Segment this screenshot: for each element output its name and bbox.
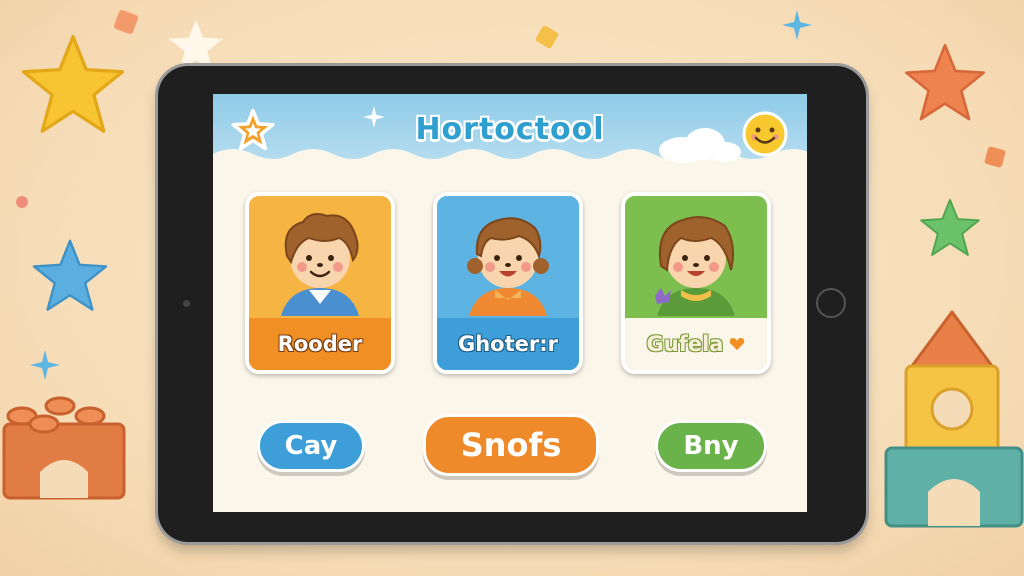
blue-star-decoration	[32, 239, 108, 311]
button-label: Cay	[284, 431, 338, 461]
sparkle-decoration	[30, 350, 60, 380]
app-screen: Hortoctool Rooder Ghoter:r Gufela Cay Sn…	[213, 94, 807, 512]
toy-brick-decoration	[2, 396, 126, 500]
cay-button[interactable]: Cay	[257, 420, 365, 472]
child-avatar	[655, 216, 735, 316]
card-label-band: Ghoter:r	[437, 318, 579, 370]
card-label: Gufela	[646, 332, 724, 356]
app-title: Hortoctool	[415, 112, 605, 147]
child-avatar	[467, 217, 549, 316]
snofs-button[interactable]: Snofs	[423, 414, 599, 476]
bny-button[interactable]: Bny	[655, 420, 767, 472]
button-label: Bny	[683, 431, 739, 461]
yellow-star-decoration	[21, 34, 125, 133]
toy-blocks-decoration	[884, 310, 1024, 528]
card-label-band: Gufela	[625, 318, 767, 370]
smiley-face-icon	[742, 111, 788, 157]
profile-card-ghoter[interactable]: Ghoter:r	[433, 192, 583, 374]
card-label: Ghoter:r	[457, 332, 558, 356]
camera-dot	[183, 300, 190, 307]
home-button[interactable]	[816, 288, 846, 318]
card-label: Rooder	[277, 332, 363, 356]
button-label: Snofs	[460, 426, 562, 464]
sparkle-decoration	[782, 10, 812, 40]
profile-card-gufela[interactable]: Gufela	[621, 192, 771, 374]
green-star-decoration	[920, 198, 980, 256]
confetti	[534, 24, 560, 50]
profile-card-rooder[interactable]: Rooder	[245, 192, 395, 374]
child-avatar	[281, 213, 359, 316]
confetti	[983, 145, 1007, 169]
heart-icon	[730, 338, 745, 350]
orange-star-decoration	[905, 43, 985, 121]
confetti	[16, 196, 28, 208]
card-label-band: Rooder	[249, 318, 391, 370]
profile-button[interactable]	[741, 110, 789, 158]
